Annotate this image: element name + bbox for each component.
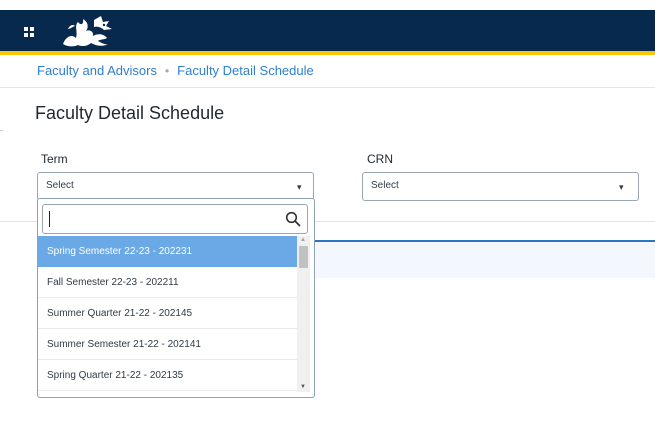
crn-select[interactable]: Select ▾ (362, 172, 639, 201)
term-option[interactable]: Spring Semester 22-23 - 202231 (38, 236, 297, 267)
scroll-up-icon[interactable]: ▲ (300, 237, 306, 243)
breadcrumb: Faculty and Advisors • Faculty Detail Sche… (37, 63, 314, 78)
top-bar-accent (0, 51, 655, 55)
term-dropdown: Spring Semester 22-23 - 202231 Fall Seme… (37, 198, 315, 398)
term-label: Term (41, 152, 68, 166)
scrollbar-thumb[interactable] (299, 246, 308, 268)
term-option[interactable]: Fall Semester 22-23 - 202211 (38, 267, 297, 298)
term-option[interactable]: Spring Quarter 21-22 - 202135 (38, 360, 297, 391)
term-option[interactable]: Summer Semester 21-22 - 202141 (38, 329, 297, 360)
term-select[interactable]: Select ▾ (37, 172, 314, 201)
grid-icon[interactable] (24, 27, 34, 37)
dropdown-scrollbar[interactable]: ▲ ▼ (297, 236, 310, 392)
edge-mark (0, 130, 3, 131)
caret-icon: ▾ (297, 182, 302, 192)
term-search-input[interactable] (42, 204, 308, 234)
text-cursor (49, 211, 50, 227)
search-icon (285, 211, 301, 227)
breadcrumb-link-faculty-and-advisors[interactable]: Faculty and Advisors (37, 63, 157, 78)
dragon-logo-icon[interactable] (60, 14, 116, 48)
crn-label: CRN (367, 152, 393, 166)
breadcrumb-separator: • (164, 64, 170, 78)
table-header-band (310, 242, 655, 278)
scroll-down-icon[interactable]: ▼ (300, 384, 306, 390)
page-title: Faculty Detail Schedule (35, 103, 225, 123)
crn-select-value: Select (371, 180, 399, 191)
term-option-list: Spring Semester 22-23 - 202231 Fall Seme… (38, 236, 297, 391)
term-option[interactable]: Summer Quarter 21-22 - 202145 (38, 298, 297, 329)
term-select-value: Select (46, 180, 74, 191)
caret-icon: ▾ (619, 182, 624, 192)
breadcrumb-divider (0, 87, 655, 88)
breadcrumb-link-faculty-detail-schedule[interactable]: Faculty Detail Schedule (177, 63, 314, 78)
